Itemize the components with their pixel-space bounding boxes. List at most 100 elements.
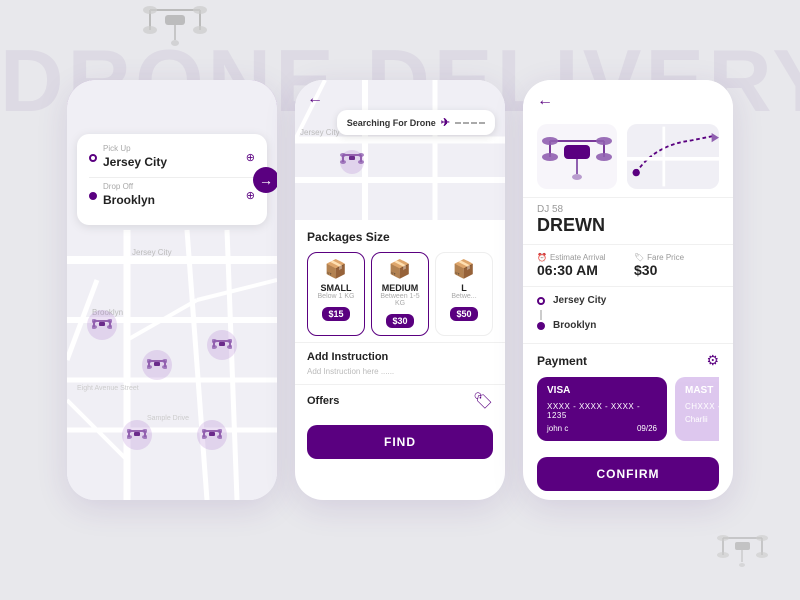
card-visa-number: XXXX - XXXX - XXXX - 1235 bbox=[547, 402, 657, 420]
card-visa-holder: john c bbox=[547, 424, 568, 433]
searching-bubble: Searching For Drone ✈ bbox=[337, 110, 495, 135]
drone-marker-5 bbox=[197, 420, 227, 450]
card-master-holder: Charlii bbox=[685, 415, 708, 424]
package-medium-price: $30 bbox=[386, 314, 413, 328]
confirm-button[interactable]: CONFIRM bbox=[537, 457, 719, 491]
arrival-label: ⏰ Estimate Arrival bbox=[537, 253, 622, 262]
package-small-desc: Below 1 KG bbox=[316, 293, 356, 300]
package-small-icon: 📦 bbox=[316, 259, 356, 280]
p3-to-row: Brooklyn bbox=[537, 320, 719, 331]
package-small-price: $15 bbox=[322, 307, 349, 321]
card-master-number: CHXXX - bbox=[685, 402, 719, 411]
p3-route-line bbox=[540, 310, 542, 320]
arrival-value: 06:30 AM bbox=[537, 262, 622, 278]
p2-map: Jersey City bbox=[295, 80, 505, 220]
phones-wrapper: Brooklyn Jersey City Eight Avenue Street… bbox=[0, 80, 800, 500]
find-button[interactable]: FIND bbox=[307, 425, 493, 459]
package-small-name: SMALL bbox=[316, 283, 356, 293]
payment-title: Payment bbox=[537, 354, 587, 368]
package-medium-name: MEDIUM bbox=[380, 283, 420, 293]
dropoff-label: Drop Off bbox=[103, 182, 155, 191]
fare-label: 🏷 Fare Price bbox=[634, 253, 719, 262]
dropoff-dot bbox=[89, 192, 97, 200]
package-medium[interactable]: 📦 MEDIUM Between 1-5 KG $30 bbox=[371, 252, 429, 336]
packages-title: Packages Size bbox=[307, 230, 493, 244]
drone-marker-4 bbox=[122, 420, 152, 450]
drone-image bbox=[537, 124, 617, 189]
stats-row: ⏰ Estimate Arrival 06:30 AM 🏷 Fare Price… bbox=[523, 245, 733, 287]
phone-2: Jersey City bbox=[295, 80, 505, 500]
package-large-price: $50 bbox=[450, 307, 477, 321]
pickup-label: Pick Up bbox=[103, 144, 167, 153]
searching-text: Searching For Drone bbox=[347, 118, 436, 128]
dropoff-city: Brooklyn bbox=[103, 193, 155, 207]
p3-route-section: Jersey City Brooklyn bbox=[523, 287, 733, 344]
dropoff-info: Drop Off Brooklyn bbox=[103, 182, 155, 209]
svg-text:Sample Drive: Sample Drive bbox=[147, 415, 189, 422]
drone-name-section: DJ 58 DREWN bbox=[523, 198, 733, 245]
drone-name: DREWN bbox=[537, 215, 719, 236]
cards-row: VISA XXXX - XXXX - XXXX - 1235 john c 09… bbox=[537, 377, 719, 441]
add-instruction-section: Add Instruction Add Instruction here ...… bbox=[295, 342, 505, 384]
package-large-name: L bbox=[444, 283, 484, 293]
offers-tag-icon[interactable]: 🏷 bbox=[473, 391, 493, 411]
drone-id: DJ 58 bbox=[537, 204, 719, 215]
pickup-row: Pick Up Jersey City ⊕ bbox=[89, 144, 255, 171]
drone-marker-1 bbox=[87, 310, 117, 340]
package-large-desc: Betwe... bbox=[444, 293, 484, 300]
p3-back-button[interactable]: ← bbox=[537, 92, 553, 110]
dropoff-pin-icon: ⊕ bbox=[246, 189, 255, 202]
card-visa-expiry: 09/26 bbox=[637, 424, 657, 433]
package-medium-desc: Between 1-5 KG bbox=[380, 293, 420, 307]
card-visa-details: john c 09/26 bbox=[547, 424, 657, 433]
add-instruction-input[interactable]: Add Instruction here ...... bbox=[307, 367, 493, 376]
drone-section bbox=[523, 116, 733, 198]
phone-1: Brooklyn Jersey City Eight Avenue Street… bbox=[67, 80, 277, 500]
dropoff-row: Drop Off Brooklyn ⊕ bbox=[89, 182, 255, 209]
card-visa[interactable]: VISA XXXX - XXXX - XXXX - 1235 john c 09… bbox=[537, 377, 667, 441]
packages-section: Packages Size 📦 SMALL Below 1 KG $15 📦 M… bbox=[295, 220, 505, 342]
offers-section: Offers 🏷 bbox=[295, 384, 505, 417]
pickup-city: Jersey City bbox=[103, 155, 167, 169]
svg-text:Jersey City: Jersey City bbox=[300, 128, 340, 137]
card-mastercard[interactable]: MAST CHXXX - Charlii bbox=[675, 377, 719, 441]
packages-row: 📦 SMALL Below 1 KG $15 📦 MEDIUM Between … bbox=[307, 252, 493, 336]
tag-icon: 🏷 bbox=[634, 253, 644, 262]
filter-icon[interactable]: ⚙ bbox=[706, 352, 719, 369]
pickup-pin-icon: ⊕ bbox=[246, 151, 255, 164]
pickup-dot bbox=[89, 154, 97, 162]
route-arrow-button[interactable]: → bbox=[253, 167, 277, 193]
package-large-icon: 📦 bbox=[444, 259, 484, 280]
card-master-details: Charlii bbox=[685, 415, 719, 424]
p3-from-dot bbox=[537, 297, 545, 305]
fare-value: $30 bbox=[634, 262, 719, 278]
card-visa-brand: VISA bbox=[547, 385, 657, 396]
p2-back-button[interactable]: ← bbox=[307, 90, 323, 107]
drone-marker-3 bbox=[207, 330, 237, 360]
p3-to-dot bbox=[537, 322, 545, 330]
drone-decoration-top bbox=[140, 0, 210, 60]
drone-route-map bbox=[627, 124, 719, 189]
package-large[interactable]: 📦 L Betwe... $50 bbox=[435, 252, 493, 336]
p3-from-row: Jersey City bbox=[537, 295, 719, 306]
phone-3: ← bbox=[523, 80, 733, 500]
clock-icon: ⏰ bbox=[537, 253, 547, 262]
fare-stat: 🏷 Fare Price $30 bbox=[634, 253, 719, 278]
package-small[interactable]: 📦 SMALL Below 1 KG $15 bbox=[307, 252, 365, 336]
svg-text:Eight Avenue Street: Eight Avenue Street bbox=[77, 385, 139, 392]
p3-to-city: Brooklyn bbox=[553, 320, 596, 331]
p3-header: ← bbox=[523, 80, 733, 116]
payment-header: Payment ⚙ bbox=[537, 352, 719, 369]
card-master-brand: MAST bbox=[685, 385, 719, 396]
package-medium-icon: 📦 bbox=[380, 259, 420, 280]
drone-marker-2 bbox=[142, 350, 172, 380]
offers-title: Offers bbox=[307, 395, 339, 407]
drone-decoration-bottom bbox=[715, 530, 770, 580]
p3-from-city: Jersey City bbox=[553, 295, 606, 306]
arrival-stat: ⏰ Estimate Arrival 06:30 AM bbox=[537, 253, 622, 278]
payment-section: Payment ⚙ VISA XXXX - XXXX - XXXX - 1235… bbox=[523, 344, 733, 449]
add-instruction-title: Add Instruction bbox=[307, 351, 493, 363]
svg-text:Jersey City: Jersey City bbox=[132, 248, 172, 257]
mini-drone-icon: ✈ bbox=[441, 116, 450, 129]
pickup-info: Pick Up Jersey City bbox=[103, 144, 167, 171]
